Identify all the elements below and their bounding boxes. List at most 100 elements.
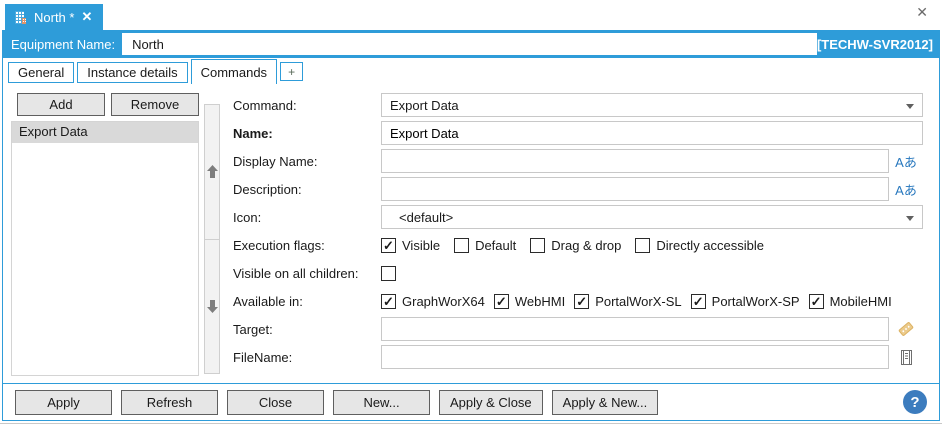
checkbox-label: MobileHMI <box>830 294 892 309</box>
list-button-row: Add Remove <box>17 93 199 116</box>
help-button[interactable]: ? <box>903 390 927 414</box>
filename-input[interactable] <box>390 350 880 365</box>
chevron-down-icon <box>906 104 914 109</box>
display-name-field-wrap <box>381 149 889 173</box>
visible-on-all-children-group <box>381 266 396 281</box>
checkbox-checked[interactable]: ✓ <box>381 238 396 253</box>
checkbox-label: Drag & drop <box>551 238 621 253</box>
refresh-button[interactable]: Refresh <box>121 390 218 415</box>
checkbox-checked[interactable]: ✓ <box>381 294 396 309</box>
localize-text-icon[interactable]: Aあ <box>895 180 917 199</box>
name-field-wrap <box>381 121 923 145</box>
move-down-button[interactable] <box>204 240 220 375</box>
tab-instance-details[interactable]: Instance details <box>77 62 187 83</box>
description-input[interactable] <box>390 182 880 197</box>
tab-add-new[interactable]: + <box>280 62 303 81</box>
checkbox-checked[interactable]: ✓ <box>574 294 589 309</box>
file-browse-icon[interactable] <box>898 349 915 366</box>
down-arrow-icon <box>207 300 218 313</box>
command-list-panel: Add Remove Export Data <box>11 92 199 376</box>
move-up-button[interactable] <box>204 104 220 240</box>
window-close-icon[interactable]: ✕ <box>916 5 928 19</box>
add-button[interactable]: Add <box>17 93 105 116</box>
name-input[interactable] <box>390 126 914 141</box>
visible-on-all-children-row: Visible on all children: <box>233 263 923 283</box>
checkbox-group[interactable]: ✓ GraphWorX64 <box>381 294 485 309</box>
command-listbox[interactable]: Export Data <box>11 121 199 376</box>
description-field-wrap <box>381 177 889 201</box>
filename-field-wrap <box>381 345 889 369</box>
icon-dropdown[interactable]: <default> <box>381 205 923 229</box>
checkbox-checked[interactable]: ✓ <box>494 294 509 309</box>
name-label: Name: <box>233 126 381 141</box>
localize-text-icon[interactable]: Aあ <box>895 152 917 171</box>
checkbox-label: Visible <box>402 238 440 253</box>
window-body: Equipment Name: [TECHW-SVR2012] GeneralI… <box>2 30 940 421</box>
server-name-badge: [TECHW-SVR2012] <box>817 37 933 52</box>
commands-tab-content: Add Remove Export Data <box>3 83 939 383</box>
target-label: Target: <box>233 322 381 337</box>
checkbox-group[interactable]: ✓ Visible <box>381 238 440 253</box>
checkbox-checked[interactable]: ✓ <box>691 294 706 309</box>
checkbox-label: GraphWorX64 <box>402 294 485 309</box>
target-input[interactable] <box>390 322 880 337</box>
checkbox-group[interactable]: ✓ WebHMI <box>494 294 565 309</box>
up-arrow-icon <box>207 165 218 178</box>
equipment-name-input[interactable] <box>122 33 817 55</box>
checkbox-group[interactable]: ✓ MobileHMI <box>809 294 892 309</box>
visible-on-all-children-label: Visible on all children: <box>233 266 381 281</box>
checkbox-label: WebHMI <box>515 294 565 309</box>
new--button[interactable]: New... <box>333 390 430 415</box>
equipment-header-bar: Equipment Name: [TECHW-SVR2012] <box>3 30 939 58</box>
execution-flags-label: Execution flags: <box>233 238 381 253</box>
available-in-row: Available in: ✓GraphWorX64✓WebHMI✓Portal… <box>233 291 923 311</box>
display-name-label: Display Name: <box>233 154 381 169</box>
available-in-group: ✓GraphWorX64✓WebHMI✓PortalWorX-SL✓Portal… <box>381 294 892 309</box>
tab-general[interactable]: General <box>8 62 74 83</box>
checkbox-unchecked[interactable] <box>381 266 396 281</box>
footer-buttons: Apply Refresh Close New... Apply & Close Appl… <box>15 390 658 415</box>
checkbox-unchecked[interactable] <box>454 238 469 253</box>
description-label: Description: <box>233 182 381 197</box>
checkbox-label: PortalWorX-SP <box>712 294 800 309</box>
target-field-wrap <box>381 317 889 341</box>
display-name-row: Display Name: Aあ <box>233 149 923 173</box>
checkbox-group[interactable]: ✓ PortalWorX-SP <box>691 294 800 309</box>
filename-label: FileName: <box>233 350 381 365</box>
checkbox-group[interactable]: Default <box>454 238 516 253</box>
checkbox-group[interactable]: Drag & drop <box>530 238 621 253</box>
checkbox-unchecked[interactable] <box>530 238 545 253</box>
checkbox-unchecked[interactable] <box>635 238 650 253</box>
tag-icon[interactable] <box>897 320 915 338</box>
description-row: Description: Aあ <box>233 177 923 201</box>
chevron-down-icon <box>906 216 914 221</box>
checkbox-checked[interactable]: ✓ <box>809 294 824 309</box>
equipment-building-icon <box>14 11 27 24</box>
execution-flags-row: Execution flags: ✓ Visible Default Drag & d… <box>233 235 923 255</box>
document-tab-north[interactable]: North * ✕ <box>5 4 103 30</box>
remove-button[interactable]: Remove <box>111 93 199 116</box>
available-in-label: Available in: <box>233 294 381 309</box>
checkbox-group[interactable]: ✓PortalWorX-SL <box>574 294 681 309</box>
filename-suffix <box>889 349 923 366</box>
command-form: Command: Export Data Name: Display Name: <box>233 92 923 376</box>
checkbox-group[interactable]: Directly accessible <box>635 238 764 253</box>
apply-new--button[interactable]: Apply & New... <box>552 390 659 415</box>
apply-button[interactable]: Apply <box>15 390 112 415</box>
display-name-input[interactable] <box>390 154 880 169</box>
tab-close-icon[interactable]: ✕ <box>81 9 92 25</box>
target-suffix <box>889 320 923 338</box>
description-suffix: Aあ <box>889 180 923 199</box>
tab-commands[interactable]: Commands <box>191 59 277 84</box>
close-button[interactable]: Close <box>227 390 324 415</box>
command-dropdown[interactable]: Export Data <box>381 93 923 117</box>
icon-label: Icon: <box>233 210 381 225</box>
checkbox-label: Default <box>475 238 516 253</box>
apply-close-button[interactable]: Apply & Close <box>439 390 543 415</box>
filename-row: FileName: <box>233 345 923 369</box>
list-item[interactable]: Export Data <box>12 122 198 143</box>
checkbox-group[interactable] <box>381 266 396 281</box>
footer-button-bar: Apply Refresh Close New... Apply & Close Appl… <box>3 383 939 420</box>
execution-flags-group: ✓ Visible Default Drag & drop Directly acces… <box>381 238 764 253</box>
equipment-name-label: Equipment Name: <box>11 37 115 52</box>
